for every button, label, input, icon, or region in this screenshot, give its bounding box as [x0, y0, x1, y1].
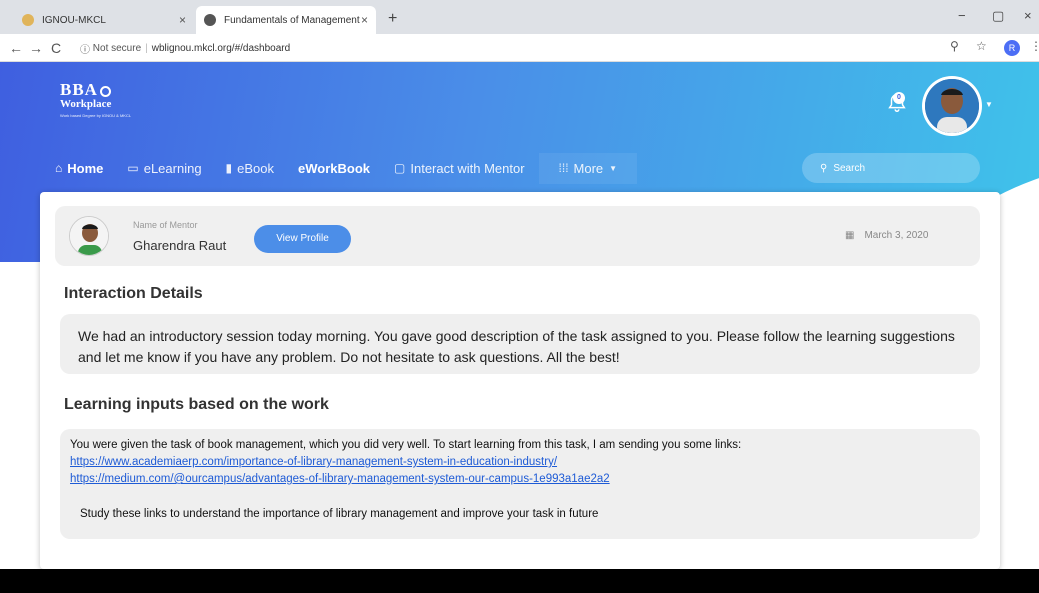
- search-placeholder: Search: [833, 162, 866, 174]
- learning-intro: You were given the task of book manageme…: [70, 439, 742, 451]
- bba-logo[interactable]: BBA Workplace Work based Degree by IGNOU…: [60, 80, 131, 118]
- book-icon: ▮: [225, 161, 233, 175]
- grid-icon: ⁞⁞⁞: [558, 161, 569, 175]
- browser-tab-ignou[interactable]: IGNOU-MKCL ×: [14, 6, 194, 34]
- logo-title: BBA: [60, 80, 98, 99]
- close-tab-icon[interactable]: ×: [179, 13, 186, 27]
- learning-link-medium[interactable]: https://medium.com/@ourcampus/advantages…: [70, 471, 970, 488]
- back-icon[interactable]: ←: [6, 40, 26, 56]
- interaction-details-text: We had an introductory session today mor…: [60, 314, 980, 374]
- user-avatar[interactable]: [922, 76, 982, 136]
- page: BBA Workplace Work based Degree by IGNOU…: [0, 62, 1039, 569]
- interaction-date: ▦ March 3, 2020: [845, 230, 928, 241]
- nav-label: Home: [67, 160, 104, 176]
- learning-note: Study these links to understand the impo…: [80, 508, 599, 520]
- maximize-button[interactable]: ▢: [992, 8, 1004, 24]
- interaction-card: Name of Mentor Gharendra Raut View Profi…: [40, 192, 1000, 569]
- bottom-black-bar: [0, 569, 1039, 593]
- date-text: March 3, 2020: [864, 230, 929, 241]
- learning-inputs-heading: Learning inputs based on the work: [64, 396, 329, 413]
- nav-home[interactable]: ⌂ Home: [55, 161, 103, 176]
- user-photo-icon: [925, 79, 979, 133]
- monitor-icon: ▭: [127, 161, 139, 175]
- browser-menu-icon[interactable]: ⋮: [1030, 39, 1039, 53]
- browser-tab-fundamentals[interactable]: Fundamentals of Management ×: [196, 6, 376, 34]
- url-divider: |: [145, 42, 148, 54]
- nav-label: eWorkBook: [298, 160, 371, 176]
- nav-eworkbook[interactable]: eWorkBook: [298, 161, 370, 176]
- nav-label: More: [573, 160, 604, 176]
- url-text: wblignou.mkcl.org/#/dashboard: [151, 42, 291, 54]
- window-close-button[interactable]: ×: [1024, 8, 1032, 23]
- nav-interact-mentor[interactable]: ▢ Interact with Mentor: [394, 161, 525, 176]
- favicon-icon: [204, 14, 216, 26]
- main-nav: ⌂ Home ▭ eLearning ▮ eBook eWorkBook ▢ I…: [40, 150, 661, 186]
- user-menu-caret-icon[interactable]: ▼: [985, 100, 993, 109]
- view-profile-button[interactable]: View Profile: [254, 225, 351, 253]
- browser-tab-bar: IGNOU-MKCL × Fundamentals of Management …: [0, 0, 1039, 34]
- learning-inputs-box: You were given the task of book manageme…: [60, 429, 980, 539]
- nav-more[interactable]: ⁞⁞⁞ More ▼: [538, 152, 638, 184]
- chat-icon: ▢: [394, 161, 406, 175]
- logo-subtitle: Workplace: [60, 98, 112, 110]
- new-tab-button[interactable]: +: [388, 10, 397, 28]
- notification-count-badge: 0: [893, 92, 905, 104]
- nav-label: eBook: [237, 160, 275, 176]
- mentor-photo-icon: [70, 217, 108, 255]
- home-icon: ⌂: [55, 161, 63, 175]
- search-icon: ⚲: [820, 162, 828, 174]
- tab-title: Fundamentals of Management: [224, 14, 360, 26]
- bookmark-star-icon[interactable]: ☆: [976, 39, 987, 53]
- nav-ebook[interactable]: ▮ eBook: [226, 161, 274, 176]
- interaction-details-heading: Interaction Details: [64, 285, 203, 302]
- calendar-icon: ▦: [845, 230, 855, 241]
- security-label: Not secure: [92, 42, 142, 54]
- zoom-icon[interactable]: ⚲: [950, 39, 959, 53]
- logo-tagline: Work based Degree by IGNOU & MKCL: [60, 113, 132, 118]
- mentor-label: Name of Mentor: [133, 220, 198, 230]
- nav-elearning[interactable]: ▭ eLearning: [127, 161, 201, 176]
- logo-ring-icon: [99, 85, 111, 97]
- minimize-button[interactable]: −: [958, 8, 966, 23]
- mentor-avatar: [69, 216, 109, 256]
- chevron-down-icon: ▼: [609, 163, 618, 173]
- reload-icon[interactable]: C: [46, 40, 66, 56]
- close-tab-icon[interactable]: ×: [361, 13, 368, 27]
- browser-profile-avatar[interactable]: R: [1004, 40, 1020, 56]
- search-input[interactable]: ⚲ Search: [802, 153, 980, 183]
- forward-icon[interactable]: →: [26, 40, 46, 56]
- mentor-name: Gharendra Raut: [133, 238, 227, 253]
- tab-title: IGNOU-MKCL: [42, 14, 106, 26]
- address-bar: ← → C ⓘ Not secure | wblignou.mkcl.org/#…: [0, 34, 1039, 62]
- nav-label: Interact with Mentor: [410, 160, 525, 176]
- nav-label: eLearning: [143, 160, 202, 176]
- mentor-panel: Name of Mentor Gharendra Raut View Profi…: [55, 206, 980, 266]
- learning-link-academiaerp[interactable]: https://www.academiaerp.com/importance-o…: [70, 454, 970, 471]
- url-field[interactable]: ⓘ Not secure | wblignou.mkcl.org/#/dashb…: [80, 38, 940, 58]
- favicon-icon: [22, 14, 34, 26]
- info-icon: ⓘ: [80, 44, 90, 56]
